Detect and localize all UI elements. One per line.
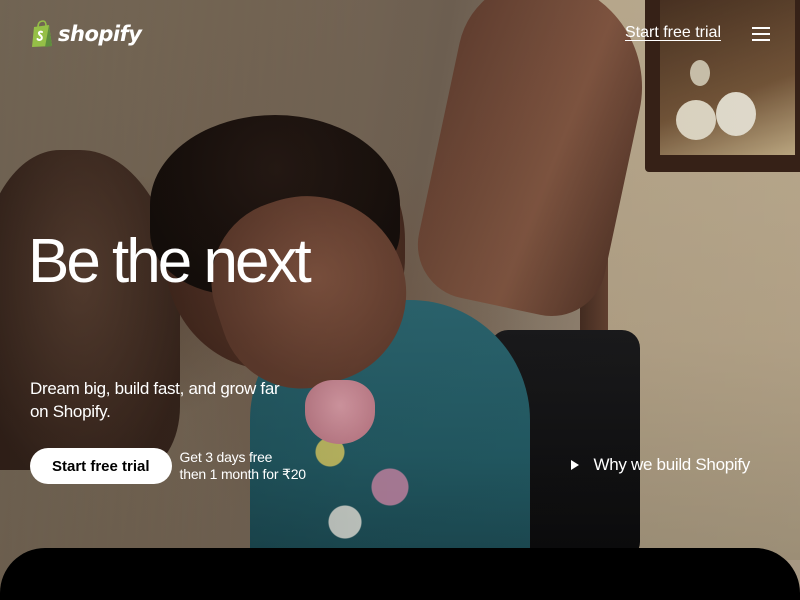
menu-bar (752, 27, 770, 29)
cta-row: Start free trial Get 3 days free then 1 … (30, 448, 306, 484)
hamburger-menu-icon[interactable] (752, 26, 770, 42)
hero-headline: Be the next (28, 227, 312, 296)
shopify-logo[interactable]: shopify (30, 20, 142, 48)
shopping-bag-logo-icon (32, 20, 52, 47)
play-icon (571, 460, 580, 470)
header-start-trial-link[interactable]: Start free trial (625, 24, 721, 42)
hero-section: shopify Start free trial Be the next Dre… (0, 0, 800, 600)
trial-offer-line-2: then 1 month for ₹20 (179, 466, 307, 482)
background-overlay (0, 0, 800, 600)
site-header: shopify Start free trial (0, 0, 800, 70)
why-we-build-shopify-link[interactable]: Why we build Shopify (571, 455, 750, 475)
logo-wordmark: shopify (58, 22, 142, 46)
start-free-trial-button[interactable]: Start free trial (30, 448, 172, 484)
trial-offer-line-1: Get 3 days free (179, 449, 273, 465)
menu-bar (752, 33, 770, 35)
trial-offer-note: Get 3 days free then 1 month for ₹20 (179, 449, 307, 483)
next-section-panel (0, 548, 800, 600)
menu-bar (752, 39, 770, 41)
hero-subheading: Dream big, build fast, and grow far on S… (30, 379, 280, 421)
why-link-label: Why we build Shopify (593, 455, 750, 474)
